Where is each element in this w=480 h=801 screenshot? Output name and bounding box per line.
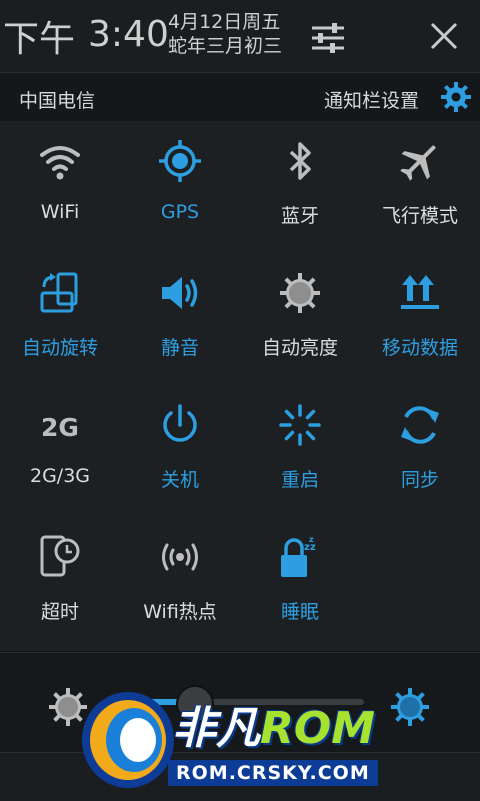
toggle-label: 飞行模式: [381, 205, 458, 227]
reboot-icon: [279, 404, 321, 446]
bluetooth-icon: [289, 142, 311, 180]
toggle-auto-brightness[interactable]: 自动亮度: [240, 253, 360, 373]
watermark-brand-rom: ROM: [260, 703, 376, 754]
toggle-label: 自动旋转: [21, 337, 98, 359]
svg-text:z: z: [309, 535, 314, 544]
carrier-bar: 中国电信 通知栏设置: [0, 72, 480, 122]
time-ampm: 下午: [3, 19, 76, 60]
toggle-airplane-mode[interactable]: 飞行模式: [360, 121, 480, 241]
toggle-label: 蓝牙: [280, 205, 319, 227]
toggle-label: 移动数据: [381, 337, 458, 359]
wifi-icon: [40, 146, 80, 180]
toggle-label: 2G/3G: [29, 465, 91, 487]
gear-icon[interactable]: [440, 81, 472, 113]
svg-text:2G: 2G: [41, 413, 79, 442]
toggle-label: 睡眠: [280, 601, 319, 623]
mobile-data-icon: [401, 275, 439, 309]
power-icon: [163, 404, 197, 442]
toggle-label: 关机: [160, 469, 199, 491]
toggle-wifi[interactable]: WiFi: [0, 121, 120, 241]
airplane-icon: [400, 145, 436, 181]
toggle-label: 重启: [280, 469, 319, 491]
carrier-name: 中国电信: [19, 90, 96, 112]
sync-icon: [401, 406, 439, 444]
timeout-icon: [40, 535, 80, 577]
toggle-label: 超时: [40, 601, 79, 623]
toggle-label: Wifi热点: [143, 601, 217, 623]
toggle-sleep[interactable]: zz z 睡眠: [240, 517, 360, 637]
toggle-2g-3g[interactable]: 2G 2G/3G: [0, 385, 120, 505]
toggle-label: WiFi: [40, 201, 80, 223]
settings-sliders-icon[interactable]: [308, 18, 348, 58]
notification-settings-link[interactable]: 通知栏设置: [324, 86, 419, 113]
clock-time: 3:40: [88, 14, 169, 55]
date-lunar: 蛇年三月初三: [168, 35, 283, 57]
toggle-reboot[interactable]: 重启: [240, 385, 360, 505]
2g-icon: 2G: [41, 413, 79, 442]
toggle-label: 静音: [160, 337, 199, 359]
toggle-wifi-hotspot[interactable]: Wifi热点: [120, 517, 240, 637]
toggle-label: 同步: [400, 469, 439, 491]
watermark-url: ROM.CRSKY.COM: [168, 760, 378, 786]
toggle-auto-rotate[interactable]: 自动旋转: [0, 253, 120, 373]
hotspot-icon: [162, 543, 198, 571]
quick-toggle-grid: WiFi GPS 蓝牙 飞行模式 自动旋转 静音 自动亮度 移动数据 2G 2G…: [0, 121, 480, 651]
gps-icon: [159, 140, 201, 182]
toggle-gps[interactable]: GPS: [120, 121, 240, 241]
close-icon[interactable]: [424, 16, 464, 56]
watermark-brand-cn: 非凡: [172, 703, 260, 754]
watermark-brand: 非凡ROM: [172, 692, 375, 756]
toggle-mobile-data[interactable]: 移动数据: [360, 253, 480, 373]
toggle-label: GPS: [160, 201, 200, 223]
speaker-icon: [162, 277, 198, 309]
brightness-icon: [280, 273, 320, 313]
toggle-bluetooth[interactable]: 蓝牙: [240, 121, 360, 241]
watermark-logo-icon: [82, 692, 174, 788]
date-gregorian: 4月12日周五: [168, 11, 281, 33]
notification-header: 下午 3:40 4月12日周五 蛇年三月初三: [0, 0, 480, 72]
toggle-mute[interactable]: 静音: [120, 253, 240, 373]
sleep-icon: zz z: [281, 535, 316, 577]
watermark: 非凡ROM ROM.CRSKY.COM: [64, 676, 404, 800]
toggle-power-off[interactable]: 关机: [120, 385, 240, 505]
toggle-timeout[interactable]: 超时: [0, 517, 120, 637]
toggle-sync[interactable]: 同步: [360, 385, 480, 505]
date-block: 4月12日周五 蛇年三月初三: [168, 10, 282, 58]
toggle-label: 自动亮度: [261, 337, 338, 359]
rotate-icon: [40, 272, 78, 313]
